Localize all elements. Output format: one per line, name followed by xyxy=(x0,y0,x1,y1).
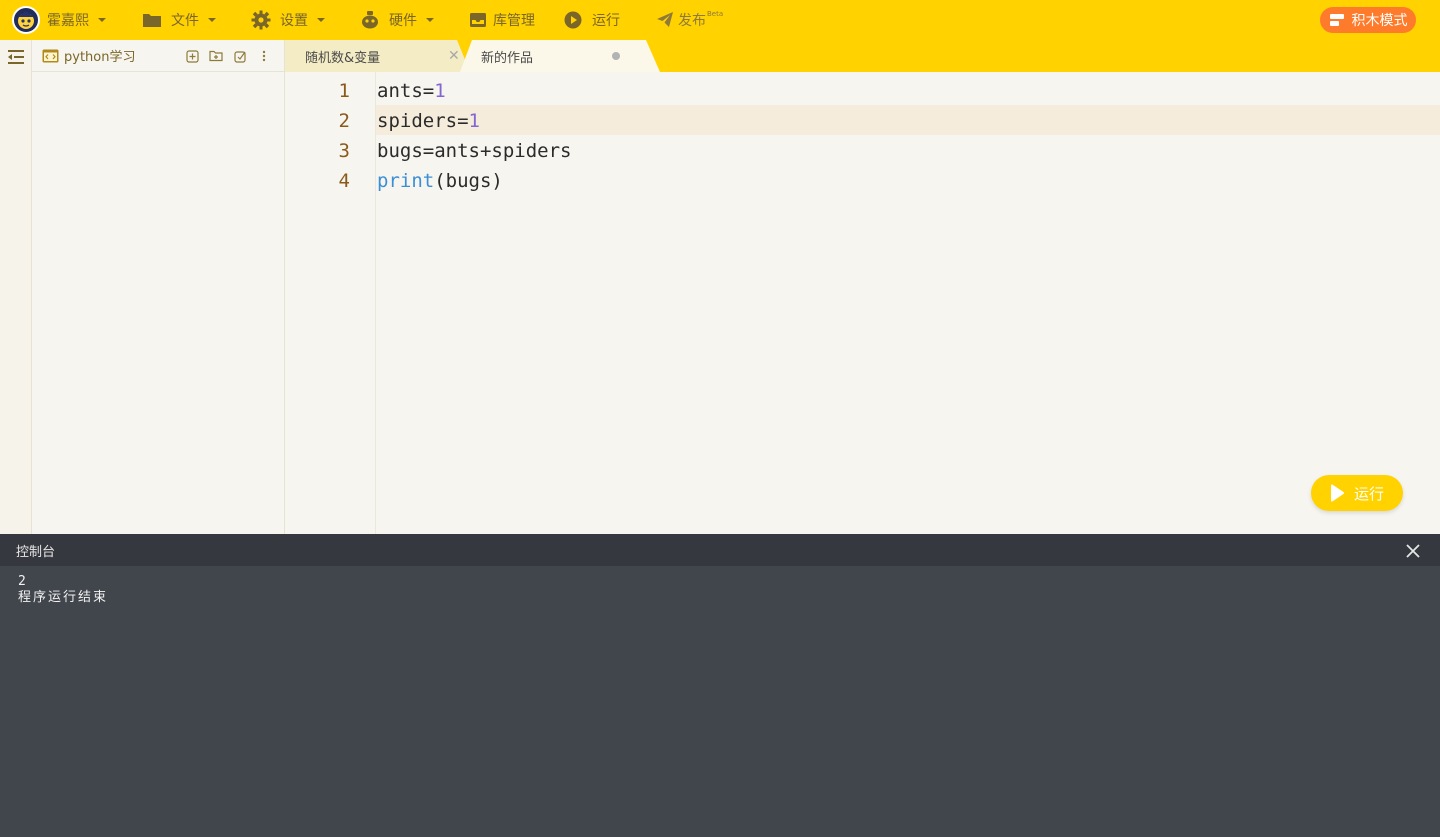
robot-icon xyxy=(360,10,380,30)
line-number: 3 xyxy=(338,140,350,162)
project-name[interactable]: python学习 xyxy=(64,46,135,65)
console-header: 控制台 xyxy=(0,534,1440,566)
tree-actions xyxy=(180,48,276,64)
code-editor[interactable]: 1 2 3 4 ants=1 spiders=1 bugs=ants+spide… xyxy=(285,72,1440,534)
gear-icon xyxy=(251,10,271,30)
chevron-down-icon xyxy=(208,18,216,22)
close-icon[interactable] xyxy=(1406,543,1420,562)
blocks-mode-button[interactable]: 积木模式 xyxy=(1320,7,1416,33)
code-line[interactable]: print(bugs) xyxy=(377,166,503,196)
avatar-icon xyxy=(18,11,34,29)
chevron-down-icon xyxy=(317,18,325,22)
beta-badge: Beta xyxy=(707,10,724,18)
run-button-label: 运行 xyxy=(1354,484,1385,503)
user-avatar[interactable] xyxy=(12,6,40,34)
console-panel: 控制台 2 程序运行结束 xyxy=(0,534,1440,837)
top-toolbar: 霍嘉熙 文件 设置 硬件 库管理 运行 发布 Beta 积木模式 xyxy=(0,0,1440,40)
hardware-menu[interactable]: 硬件 xyxy=(360,0,434,40)
line-number: 4 xyxy=(338,170,350,192)
library-manager-button[interactable]: 库管理 xyxy=(468,0,535,40)
tab-new-work[interactable]: 新的作品 xyxy=(460,40,660,72)
editor-tabbar: 随机数&变量 ✕ 新的作品 xyxy=(285,40,1440,72)
inbox-icon xyxy=(468,10,488,30)
code-text: ants= xyxy=(377,80,435,102)
sidebar-toggle-strip xyxy=(0,40,32,534)
new-folder-icon[interactable] xyxy=(204,48,228,64)
console-line: 程序运行结束 xyxy=(18,590,109,605)
library-manager-label: 库管理 xyxy=(493,13,535,29)
folder-icon xyxy=(142,10,162,30)
code-number: 1 xyxy=(434,80,446,102)
tab-label: 新的作品 xyxy=(481,50,534,66)
tab-random-variables[interactable]: 随机数&变量 ✕ xyxy=(285,40,470,72)
code-text: bugs=ants+spiders xyxy=(377,140,572,162)
current-line-highlight xyxy=(376,105,1440,135)
line-gutter: 1 2 3 4 xyxy=(285,72,376,534)
code-line[interactable]: ants=1 xyxy=(377,76,446,106)
code-line[interactable]: bugs=ants+spiders xyxy=(377,136,571,166)
code-line[interactable]: spiders=1 xyxy=(377,106,480,136)
run-menu-button[interactable]: 运行 xyxy=(563,0,620,40)
console-output[interactable]: 2 程序运行结束 xyxy=(0,566,1440,606)
file-tree-panel: python学习 xyxy=(32,40,285,534)
code-text: spiders= xyxy=(377,110,469,132)
console-title: 控制台 xyxy=(16,544,56,560)
file-menu[interactable]: 文件 xyxy=(142,0,216,40)
run-button[interactable]: 运行 xyxy=(1311,475,1403,511)
code-keyword: print xyxy=(377,170,435,192)
user-name: 霍嘉熙 xyxy=(47,13,89,29)
publish-label: 发布 xyxy=(678,13,706,29)
chevron-down-icon xyxy=(426,18,434,22)
file-menu-label: 文件 xyxy=(171,13,199,29)
more-options-icon[interactable] xyxy=(252,48,276,64)
settings-menu[interactable]: 设置 xyxy=(251,0,325,40)
paper-plane-icon xyxy=(655,10,675,30)
line-number: 1 xyxy=(338,80,350,102)
code-file-icon xyxy=(42,49,59,63)
play-circle-icon xyxy=(563,10,583,30)
collapse-sidebar-icon[interactable] xyxy=(8,49,24,68)
blocks-icon xyxy=(1329,13,1345,27)
chevron-down-icon xyxy=(98,18,106,22)
publish-button[interactable]: 发布 Beta xyxy=(655,0,723,40)
user-menu[interactable]: 霍嘉熙 xyxy=(47,0,106,40)
console-line: 2 xyxy=(18,574,28,589)
play-icon xyxy=(1330,484,1344,502)
code-text: (bugs) xyxy=(434,170,503,192)
hardware-menu-label: 硬件 xyxy=(389,13,417,29)
code-number: 1 xyxy=(468,110,480,132)
settings-menu-label: 设置 xyxy=(280,13,308,29)
close-icon[interactable]: ✕ xyxy=(448,49,460,63)
run-menu-label: 运行 xyxy=(592,13,620,29)
refresh-icon[interactable] xyxy=(228,48,252,64)
project-header: python学习 xyxy=(32,40,284,72)
blocks-mode-label: 积木模式 xyxy=(1351,13,1408,29)
unsaved-dot-icon[interactable] xyxy=(612,52,620,60)
new-file-icon[interactable] xyxy=(180,48,204,64)
line-number: 2 xyxy=(338,110,350,132)
tab-label: 随机数&变量 xyxy=(305,50,381,66)
